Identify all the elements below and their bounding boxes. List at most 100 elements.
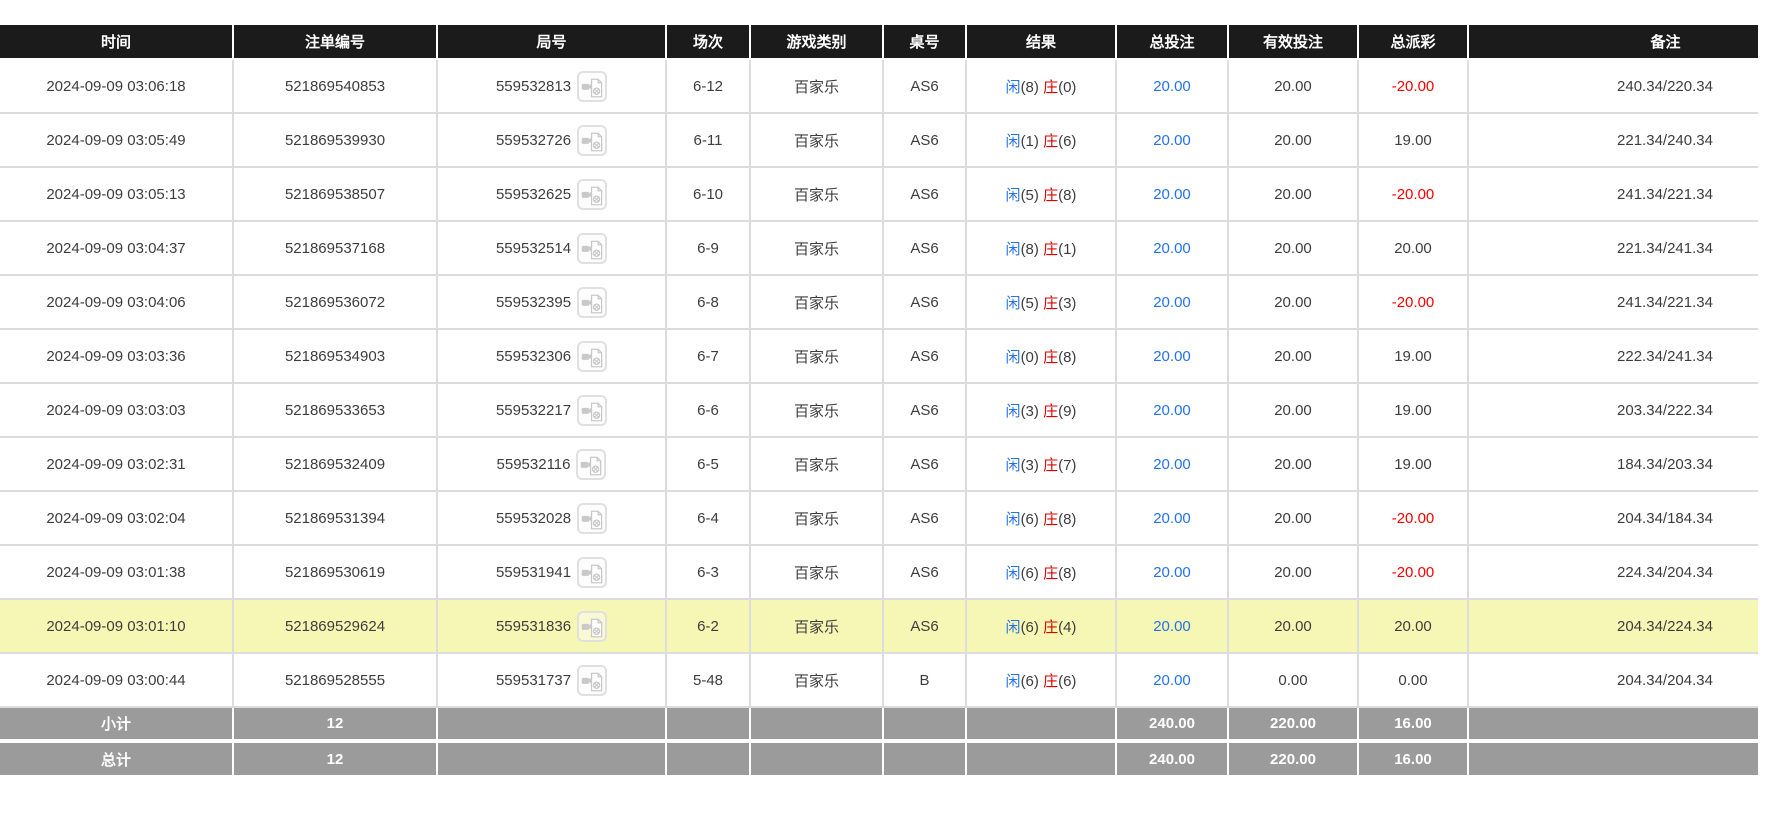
table-header: 时间 注单编号 局号 场次 游戏类别 桌号 结果 总投注 有效投注 总派彩 备注 xyxy=(0,25,1758,60)
video-film-icon xyxy=(581,564,603,584)
cell-total-bet: 20.00 xyxy=(1116,329,1229,384)
subtotal-empty-cell xyxy=(437,707,667,743)
cell-payout: 20.00 xyxy=(1358,599,1469,654)
payout-value: 20.00 xyxy=(1394,617,1432,635)
cell-session: 6-12 xyxy=(666,59,751,114)
col-header-round: 局号 xyxy=(437,25,667,60)
cell-time: 2024-09-09 03:00:44 xyxy=(0,653,234,708)
cell-total-bet: 20.00 xyxy=(1116,383,1229,438)
records-table-viewport: 时间 注单编号 局号 场次 游戏类别 桌号 结果 总投注 有效投注 总派彩 备注… xyxy=(0,25,1758,775)
cell-total-bet: 20.00 xyxy=(1116,545,1229,600)
cell-valid-bet: 20.00 xyxy=(1228,545,1359,600)
subtotal-valid-bet: 220.00 xyxy=(1228,707,1359,743)
video-film-icon xyxy=(581,186,603,206)
video-replay-button[interactable] xyxy=(577,502,608,534)
col-header-result: 结果 xyxy=(966,25,1117,60)
cell-session: 6-8 xyxy=(666,275,751,330)
table-row: 2024-09-09 03:01:10 521869529624 5595318… xyxy=(0,599,1758,654)
cell-result: 闲(5) 庄(3) xyxy=(966,275,1117,330)
video-replay-button[interactable] xyxy=(577,340,608,372)
table-row: 2024-09-09 03:04:37 521869537168 5595325… xyxy=(0,221,1758,276)
banker-score: (9) xyxy=(1058,402,1077,420)
video-replay-button[interactable] xyxy=(577,286,608,318)
video-replay-button[interactable] xyxy=(577,394,608,426)
payout-value: -20.00 xyxy=(1391,509,1435,527)
cell-round: 559532625 xyxy=(437,167,667,222)
cell-round: 559531836 xyxy=(437,599,667,654)
banker-label: 庄 xyxy=(1043,348,1059,366)
cell-result: 闲(6) 庄(8) xyxy=(966,545,1117,600)
payout-value: -20.00 xyxy=(1391,77,1435,95)
player-score: (5) xyxy=(1020,294,1039,312)
cell-payout: -20.00 xyxy=(1358,275,1469,330)
cell-session: 6-3 xyxy=(666,545,751,600)
cell-round: 559532726 xyxy=(437,113,667,168)
cell-valid-bet: 20.00 xyxy=(1228,113,1359,168)
cell-result: 闲(3) 庄(7) xyxy=(966,437,1117,492)
player-score: (5) xyxy=(1020,186,1039,204)
total-empty-cell xyxy=(1468,741,1758,775)
cell-bet-id: 521869536072 xyxy=(233,275,438,330)
player-score: (3) xyxy=(1020,402,1039,420)
cell-round: 559532813 xyxy=(437,59,667,114)
cell-round: 559532217 xyxy=(437,383,667,438)
banker-score: (8) xyxy=(1058,186,1077,204)
video-replay-button[interactable] xyxy=(577,664,608,696)
col-header-total-bet: 总投注 xyxy=(1116,25,1229,60)
video-film-icon xyxy=(581,456,602,476)
cell-table-no: B xyxy=(883,653,967,708)
cell-remark: 204.34/204.34 xyxy=(1468,653,1758,708)
col-header-valid-bet: 有效投注 xyxy=(1228,25,1359,60)
banker-label: 庄 xyxy=(1043,294,1059,312)
player-label: 闲 xyxy=(1005,564,1021,582)
cell-bet-id: 521869540853 xyxy=(233,59,438,114)
cell-bet-id: 521869538507 xyxy=(233,167,438,222)
cell-session: 6-10 xyxy=(666,167,751,222)
cell-valid-bet: 20.00 xyxy=(1228,491,1359,546)
cell-result: 闲(1) 庄(6) xyxy=(966,113,1117,168)
cell-valid-bet: 20.00 xyxy=(1228,221,1359,276)
cell-result: 闲(6) 庄(4) xyxy=(966,599,1117,654)
video-replay-button[interactable] xyxy=(577,124,608,156)
grand-total-row: 总计 12 240.00 220.00 16.00 xyxy=(0,741,1758,775)
cell-total-bet: 20.00 xyxy=(1116,491,1229,546)
video-replay-button[interactable] xyxy=(577,178,608,210)
total-total-bet: 240.00 xyxy=(1116,741,1229,775)
round-number: 559532028 xyxy=(495,509,572,527)
round-number: 559532217 xyxy=(495,401,572,419)
cell-valid-bet: 20.00 xyxy=(1228,167,1359,222)
cell-total-bet: 20.00 xyxy=(1116,275,1229,330)
player-label: 闲 xyxy=(1005,510,1021,528)
cell-time: 2024-09-09 03:03:36 xyxy=(0,329,234,384)
banker-label: 庄 xyxy=(1043,132,1059,150)
video-replay-button[interactable] xyxy=(576,448,607,480)
player-label: 闲 xyxy=(1005,672,1021,690)
cell-bet-id: 521869533653 xyxy=(233,383,438,438)
cell-round: 559531737 xyxy=(437,653,667,708)
subtotal-empty-cell xyxy=(1468,707,1758,743)
cell-remark: 224.34/204.34 xyxy=(1468,545,1758,600)
cell-total-bet: 20.00 xyxy=(1116,599,1229,654)
banker-label: 庄 xyxy=(1043,186,1059,204)
banker-label: 庄 xyxy=(1043,672,1059,690)
cell-session: 6-11 xyxy=(666,113,751,168)
table-row: 2024-09-09 03:03:03 521869533653 5595322… xyxy=(0,383,1758,438)
player-label: 闲 xyxy=(1005,132,1021,150)
cell-time: 2024-09-09 03:03:03 xyxy=(0,383,234,438)
banker-label: 庄 xyxy=(1043,564,1059,582)
cell-time: 2024-09-09 03:01:38 xyxy=(0,545,234,600)
video-replay-button[interactable] xyxy=(577,610,608,642)
video-replay-button[interactable] xyxy=(577,556,608,588)
cell-game-type: 百家乐 xyxy=(750,275,884,330)
player-label: 闲 xyxy=(1005,240,1021,258)
banker-label: 庄 xyxy=(1043,402,1059,420)
video-film-icon xyxy=(581,132,603,152)
video-replay-button[interactable] xyxy=(577,232,608,264)
cell-table-no: AS6 xyxy=(883,491,967,546)
video-replay-button[interactable] xyxy=(577,70,608,102)
round-number: 559532306 xyxy=(495,347,572,365)
cell-remark: 204.34/224.34 xyxy=(1468,599,1758,654)
table-row: 2024-09-09 03:01:38 521869530619 5595319… xyxy=(0,545,1758,600)
player-score: (1) xyxy=(1020,132,1039,150)
player-label: 闲 xyxy=(1005,186,1021,204)
